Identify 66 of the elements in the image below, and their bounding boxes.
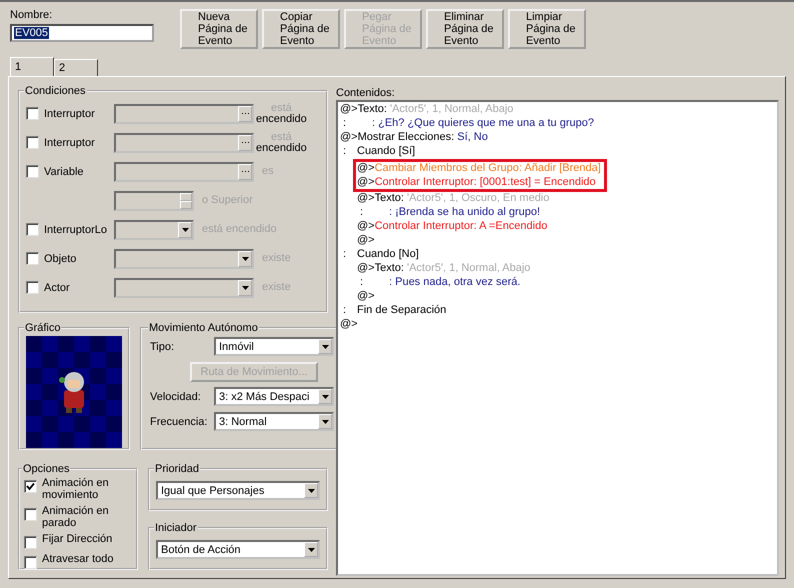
condition-label: Actor	[44, 282, 70, 294]
condition-suffix: encendido	[256, 114, 307, 124]
group-title: Iniciador	[154, 522, 198, 534]
name-label: Nombre:	[10, 9, 54, 21]
checkbox[interactable]	[26, 252, 39, 265]
command-line[interactable]: @>Controlar Interruptor: [0001:test] = Encendido	[353, 176, 607, 192]
dropdown[interactable]: 3: x2 Más Despaci	[214, 387, 334, 406]
command-line[interactable]: @>	[357, 234, 775, 248]
command-line[interactable]: @>Cambiar Miembros del Grupo: Añadir [Brenda]	[353, 158, 607, 176]
command-line[interactable]: @>Texto: 'Actor5', 1, Normal, Abajo	[340, 103, 775, 117]
page-button[interactable]: Eliminar Página de Evento	[426, 9, 504, 49]
checkbox[interactable]	[26, 136, 39, 149]
option-label: Animación en parado	[42, 505, 110, 529]
option-label: Animación en movimiento	[42, 477, 110, 501]
contents-label: Contenidos:	[336, 87, 396, 99]
dropdown[interactable]: Inmóvil	[214, 337, 334, 356]
option-label: Fijar Dirección	[42, 533, 112, 545]
command-line[interactable]: : : Pues nada, otra vez será.	[357, 276, 775, 290]
command-line[interactable]: : Cuando [No]	[340, 248, 775, 262]
condition-label: InterruptorLo	[44, 224, 107, 236]
name-field[interactable]: EV005	[10, 24, 154, 42]
checkbox[interactable]	[26, 107, 39, 120]
command-line[interactable]: : : ¡Brenda se ha unido al grupo!	[357, 206, 775, 220]
group-title: Prioridad	[154, 463, 200, 475]
condition-label: Interruptor	[44, 108, 95, 120]
tab[interactable]: 1	[10, 57, 54, 76]
field-label: Tipo:	[150, 340, 176, 352]
command-line[interactable]: : Cuando [Sí]	[340, 144, 775, 159]
dropdown[interactable]: Igual que Personajes	[156, 481, 320, 500]
page-button[interactable]: Copiar Página de Evento	[262, 9, 340, 49]
option-label: Atravesar todo	[42, 553, 114, 565]
dropdown[interactable]: 3: Normal	[214, 412, 334, 431]
checkbox[interactable]	[24, 556, 37, 569]
command-line[interactable]: @>Mostrar Elecciones: Sí, No	[340, 130, 775, 145]
command-line[interactable]: @>Texto: 'Actor5', 1, Oscuro, En medio	[357, 192, 775, 206]
command-line[interactable]: : : ¿Eh? ¿Que quieres que me una a tu grupo?	[340, 116, 775, 131]
checkbox[interactable]	[26, 165, 39, 178]
condition-label: Interruptor	[44, 136, 95, 148]
ellipsis-button[interactable]	[238, 106, 252, 122]
checkbox[interactable]	[24, 508, 37, 521]
dropdown[interactable]: Botón de Acción	[156, 540, 320, 559]
command-line[interactable]: @>Texto: 'Actor5', 1, Normal, Abajo	[357, 262, 775, 276]
command-line[interactable]: : Fin de Separación	[340, 304, 775, 318]
group-title: Opciones	[22, 463, 70, 475]
checkbox[interactable]	[24, 480, 37, 493]
condition-suffix: encendido	[256, 142, 307, 154]
field-label: Velocidad:	[150, 390, 202, 402]
page-button[interactable]: Limpiar Página de Evento	[508, 9, 586, 49]
ellipsis-button[interactable]	[238, 134, 252, 150]
command-list[interactable]	[336, 100, 779, 576]
field-label: Frecuencia:	[150, 416, 208, 428]
group-title: Gráfico	[24, 322, 62, 334]
page-button[interactable]: Nueva Página de Evento	[180, 9, 258, 49]
tab[interactable]: 2	[54, 59, 98, 76]
checkbox[interactable]	[24, 536, 37, 549]
condition-label: Variable	[44, 166, 84, 178]
checkbox[interactable]	[26, 281, 39, 294]
number-spinner[interactable]	[114, 190, 194, 210]
command-line[interactable]: @>	[357, 290, 775, 304]
checkbox[interactable]	[26, 223, 39, 236]
group-title: Condiciones	[24, 85, 87, 97]
command-line[interactable]: @>	[340, 318, 775, 332]
command-line[interactable]: @>Controlar Interruptor: A =Encendido	[357, 220, 775, 234]
ellipsis-button[interactable]	[238, 164, 252, 180]
group-title: Movimiento Autónomo	[148, 322, 259, 334]
condition-label: Objeto	[44, 252, 76, 264]
